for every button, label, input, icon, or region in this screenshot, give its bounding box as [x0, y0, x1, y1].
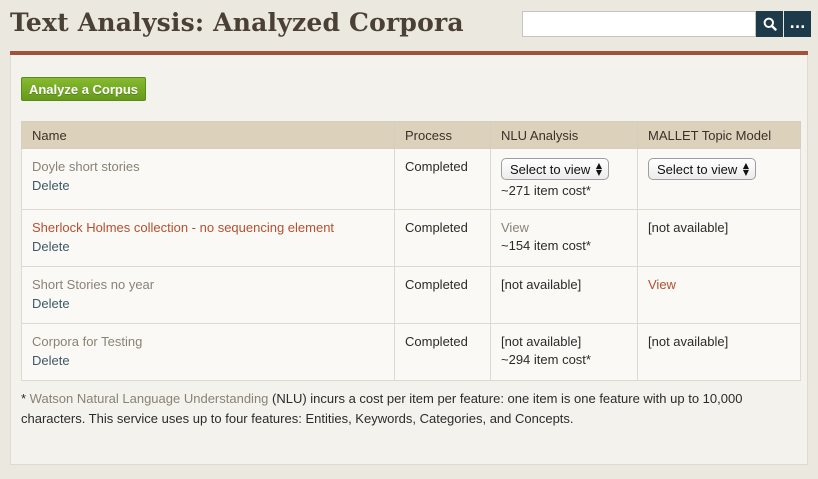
- table-row: Short Stories no year Delete Completed […: [21, 266, 801, 324]
- watson-nlu-link[interactable]: Watson Natural Language Understanding: [30, 391, 269, 406]
- corpora-table: Name Process NLU Analysis MALLET Topic M…: [21, 121, 801, 381]
- nlu-cost: ~294 item cost*: [501, 352, 591, 367]
- nlu-cost: ~271 item cost*: [501, 183, 591, 198]
- select-label: Select to view: [657, 161, 738, 177]
- main-content: Analyze a Corpus Name Process NLU Analys…: [10, 55, 808, 465]
- corpus-name-link[interactable]: Corpora for Testing: [32, 333, 384, 351]
- mallet-status: [not available]: [648, 220, 729, 235]
- nlu-status: [not available]: [501, 277, 582, 292]
- table-row: Corpora for Testing Delete Completed [no…: [21, 323, 801, 381]
- nlu-status: [not available]: [501, 334, 582, 349]
- table-row: Doyle short stories Delete Completed Sel…: [21, 148, 801, 210]
- select-arrows-icon: ▲ ▼: [742, 161, 749, 177]
- name-cell: Sherlock Holmes collection - no sequenci…: [21, 209, 395, 267]
- mallet-view-link[interactable]: View: [648, 276, 790, 294]
- column-header-process: Process: [394, 121, 491, 149]
- search-input[interactable]: [522, 11, 756, 37]
- nlu-cell: View ~154 item cost*: [490, 209, 638, 267]
- corpus-name-link[interactable]: Short Stories no year: [32, 276, 384, 294]
- corpus-name-link[interactable]: Sherlock Holmes collection - no sequenci…: [32, 219, 384, 237]
- cost-footnote: * Watson Natural Language Understanding …: [21, 389, 791, 429]
- nlu-cost: ~154 item cost*: [501, 238, 591, 253]
- mallet-cell: Select to view ▲ ▼: [637, 148, 801, 210]
- select-arrows-icon: ▲ ▼: [595, 161, 602, 177]
- process-status: Completed: [405, 334, 468, 349]
- nlu-cell: Select to view ▲ ▼ ~271 item cost*: [490, 148, 638, 210]
- nlu-view-link[interactable]: View: [501, 219, 627, 237]
- table-header-row: Name Process NLU Analysis MALLET Topic M…: [21, 121, 801, 149]
- mallet-cell: [not available]: [637, 209, 801, 267]
- column-header-mallet: MALLET Topic Model: [637, 121, 801, 149]
- name-cell: Doyle short stories Delete: [21, 148, 395, 210]
- analyze-corpus-button[interactable]: Analyze a Corpus: [21, 77, 146, 101]
- corpus-name-link[interactable]: Doyle short stories: [32, 158, 384, 176]
- delete-link[interactable]: Delete: [32, 176, 384, 196]
- process-cell: Completed: [394, 209, 491, 267]
- search-bar: ...: [522, 11, 811, 37]
- column-header-name: Name: [21, 121, 395, 149]
- search-icon: [763, 17, 777, 31]
- mallet-cell: [not available]: [637, 323, 801, 381]
- mallet-status: [not available]: [648, 334, 729, 349]
- search-button[interactable]: [756, 11, 783, 37]
- process-status: Completed: [405, 277, 468, 292]
- mallet-cell: View: [637, 266, 801, 324]
- select-label: Select to view: [510, 161, 591, 177]
- delete-link[interactable]: Delete: [32, 294, 384, 314]
- process-status: Completed: [405, 159, 468, 174]
- footnote-prefix: *: [21, 391, 30, 406]
- nlu-cell: [not available]: [490, 266, 638, 324]
- process-cell: Completed: [394, 323, 491, 381]
- process-status: Completed: [405, 220, 468, 235]
- name-cell: Corpora for Testing Delete: [21, 323, 395, 381]
- page-title: Text Analysis: Analyzed Corpora: [10, 8, 464, 37]
- process-cell: Completed: [394, 266, 491, 324]
- column-header-nlu: NLU Analysis: [490, 121, 638, 149]
- name-cell: Short Stories no year Delete: [21, 266, 395, 324]
- mallet-view-select[interactable]: Select to view ▲ ▼: [648, 158, 756, 180]
- process-cell: Completed: [394, 148, 491, 210]
- nlu-cell: [not available] ~294 item cost*: [490, 323, 638, 381]
- table-row: Sherlock Holmes collection - no sequenci…: [21, 209, 801, 267]
- delete-link[interactable]: Delete: [32, 351, 384, 371]
- nlu-view-select[interactable]: Select to view ▲ ▼: [501, 158, 609, 180]
- delete-link[interactable]: Delete: [32, 237, 384, 257]
- more-options-button[interactable]: ...: [784, 11, 811, 37]
